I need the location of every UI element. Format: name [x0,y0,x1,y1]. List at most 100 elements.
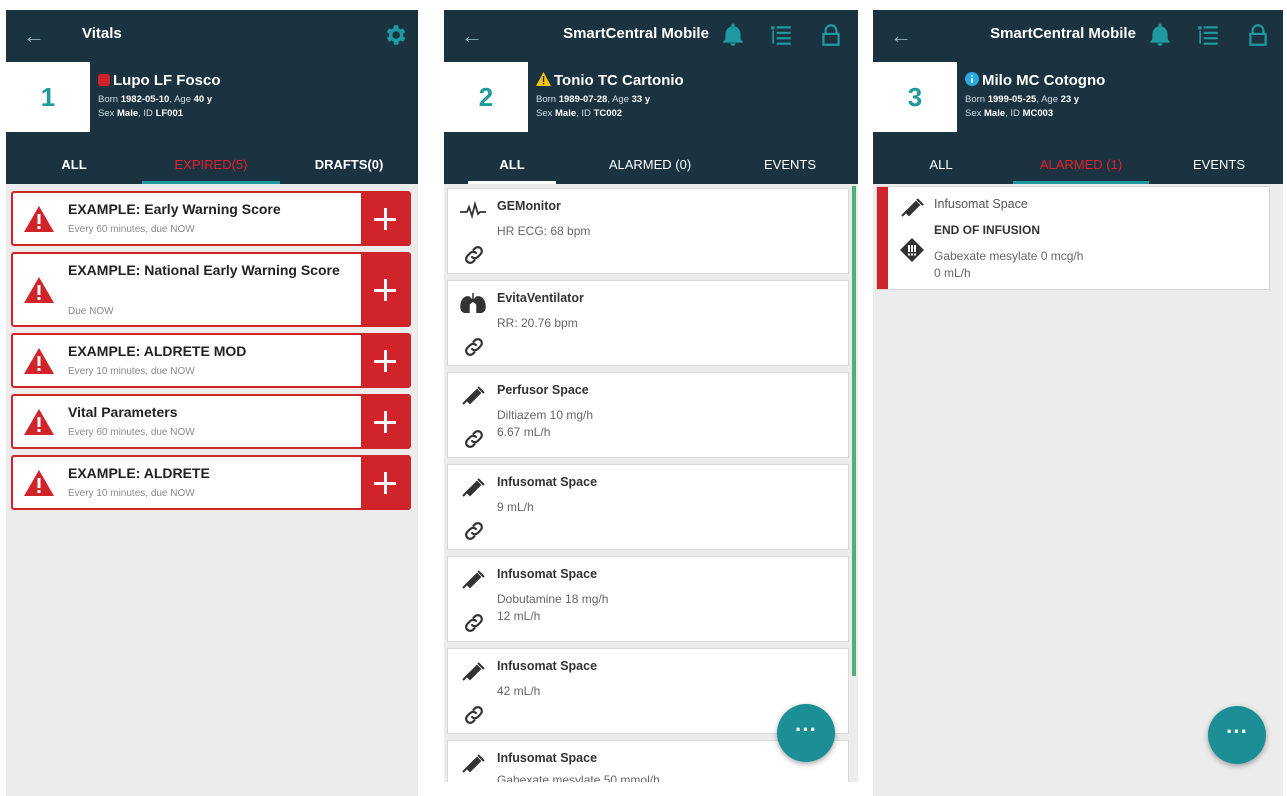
list-item[interactable]: EXAMPLE: National Early Warning Score Du… [11,252,411,327]
item-title: EXAMPLE: ALDRETE [68,465,210,481]
device-name: Infusomat Space [497,659,598,673]
alarm-drug: Gabexate mesylate 0 mcg/h [934,249,1084,263]
vitals-screen: ← Vitals 1 Lupo LF Fosco Born 1982-05-10… [6,10,418,796]
smartcentral-alarmed-screen: ← SmartCentral Mobile 3 Milo MC Cotogno … [873,10,1283,796]
list-item[interactable]: EXAMPLE: ALDRETE MOD Every 10 minutes, d… [11,333,411,388]
tab-drafts[interactable]: DRAFTS(0) [280,148,418,184]
warning-icon [24,409,54,435]
sex-label: Sex [98,108,115,119]
lock-icon[interactable] [1245,22,1271,48]
scrollbar[interactable] [852,186,856,676]
patient-name-text: Lupo LF Fosco [113,72,221,89]
bell-icon[interactable] [1147,22,1173,48]
list-item[interactable]: EXAMPLE: ALDRETE Every 10 minutes, due N… [11,455,411,510]
tab-expired[interactable]: EXPIRED(5) [142,148,280,184]
id-label: , ID [1005,108,1020,119]
bell-icon[interactable] [720,22,746,48]
back-arrow-icon[interactable]: ← [20,22,48,50]
syringe-icon [462,386,485,405]
app-bar: ← SmartCentral Mobile [444,10,858,62]
more-options-button[interactable]: ··· [777,704,835,762]
item-subtitle: Every 60 minutes, due NOW [68,224,195,235]
warning-icon [24,206,54,232]
sex-value: Male [117,108,139,119]
device-value: RR: 20.76 bpm [497,316,578,330]
warning-icon [24,470,54,496]
patient-born-age: Born 1982-05-10, Age 40 y [98,94,212,105]
id-label: , ID [576,108,591,119]
add-button[interactable] [361,335,409,386]
gear-icon[interactable] [382,22,408,48]
patient-header: 3 Milo MC Cotogno Born 1999-05-25, Age 2… [873,62,1283,148]
device-name: Infusomat Space [497,751,598,765]
device-value: 9 mL/h [497,500,534,514]
patient-born-age: Born 1989-07-28, Age 33 y [536,94,650,105]
add-button[interactable] [361,254,409,325]
born-value: 1982-05-10 [120,94,170,105]
item-subtitle: Every 10 minutes, due NOW [68,366,195,377]
age-label: , Age [169,94,191,105]
lock-icon[interactable] [818,22,844,48]
device-card[interactable]: Infusomat Space 9 mL/h [447,464,849,550]
add-button[interactable] [361,193,409,244]
link-icon[interactable] [462,243,486,267]
item-subtitle: Due NOW [68,306,114,317]
warning-icon [24,277,54,303]
patient-number: 2 [444,62,528,132]
device-card[interactable]: Perfusor Space Diltiazem 10 mg/h 6.67 mL… [447,372,849,458]
id-value: TC002 [593,108,623,119]
device-card[interactable]: GEMonitor HR ECG: 68 bpm [447,188,849,274]
list-item[interactable]: EXAMPLE: Early Warning Score Every 60 mi… [11,191,411,246]
alarm-card[interactable]: Infusomat Space END OF INFUSION Gabexate… [876,186,1270,290]
tab-all[interactable]: ALL [6,148,142,184]
alarm-indicator-bar [877,187,888,289]
link-icon[interactable] [462,427,486,451]
tab-events[interactable]: EVENTS [1163,148,1275,184]
device-card[interactable]: Infusomat Space Dobutamine 18 mg/h 12 mL… [447,556,849,642]
tab-bar: ALL ALARMED (1) EVENTS [873,148,1283,184]
id-value: LF001 [155,108,184,119]
id-label: , ID [138,108,153,119]
patient-name-text: Tonio TC Cartonio [554,72,684,89]
add-button[interactable] [361,396,409,447]
patient-name: Lupo LF Fosco [98,72,220,89]
syringe-icon [462,754,485,773]
tab-all[interactable]: ALL [468,148,556,184]
list-icon[interactable] [1195,22,1221,48]
item-title: EXAMPLE: National Early Warning Score [68,262,340,278]
link-icon[interactable] [462,703,486,727]
syringe-icon [462,478,485,497]
link-icon[interactable] [462,611,486,635]
born-value: 1999-05-25 [987,94,1037,105]
syringe-icon [462,570,485,589]
list-item[interactable]: Vital Parameters Every 60 minutes, due N… [11,394,411,449]
more-options-button[interactable]: ··· [1208,706,1266,764]
app-bar: ← SmartCentral Mobile [873,10,1283,62]
screen-title: SmartCentral Mobile [990,25,1136,42]
id-value: MC003 [1022,108,1054,119]
device-name: Infusomat Space [497,567,598,581]
high-priority-alarm-icon [900,238,924,262]
warning-triangle-icon [536,72,551,86]
born-label: Born [965,94,986,105]
alert-icon [98,74,110,86]
device-value: Diltiazem 10 mg/h [497,408,594,422]
patient-header: 1 Lupo LF Fosco Born 1982-05-10, Age 40 … [6,62,418,148]
add-button[interactable] [361,457,409,508]
tab-alarmed[interactable]: ALARMED (1) [1013,148,1149,184]
age-value: 40 y [193,94,213,105]
app-bar: ← Vitals [6,10,418,62]
patient-header: 2 Tonio TC Cartonio Born 1989-07-28, Age… [444,62,858,148]
device-card[interactable]: EvitaVentilator RR: 20.76 bpm [447,280,849,366]
age-value: 33 y [631,94,651,105]
item-subtitle: Every 60 minutes, due NOW [68,427,195,438]
device-name: GEMonitor [497,199,561,213]
tab-all[interactable]: ALL [897,148,985,184]
list-icon[interactable] [768,22,794,48]
link-icon[interactable] [462,335,486,359]
link-icon[interactable] [462,519,486,543]
tab-alarmed[interactable]: ALARMED (0) [584,148,716,184]
device-rate: 12 mL/h [497,609,541,623]
device-rate: 6.67 mL/h [497,425,551,439]
tab-events[interactable]: EVENTS [734,148,846,184]
